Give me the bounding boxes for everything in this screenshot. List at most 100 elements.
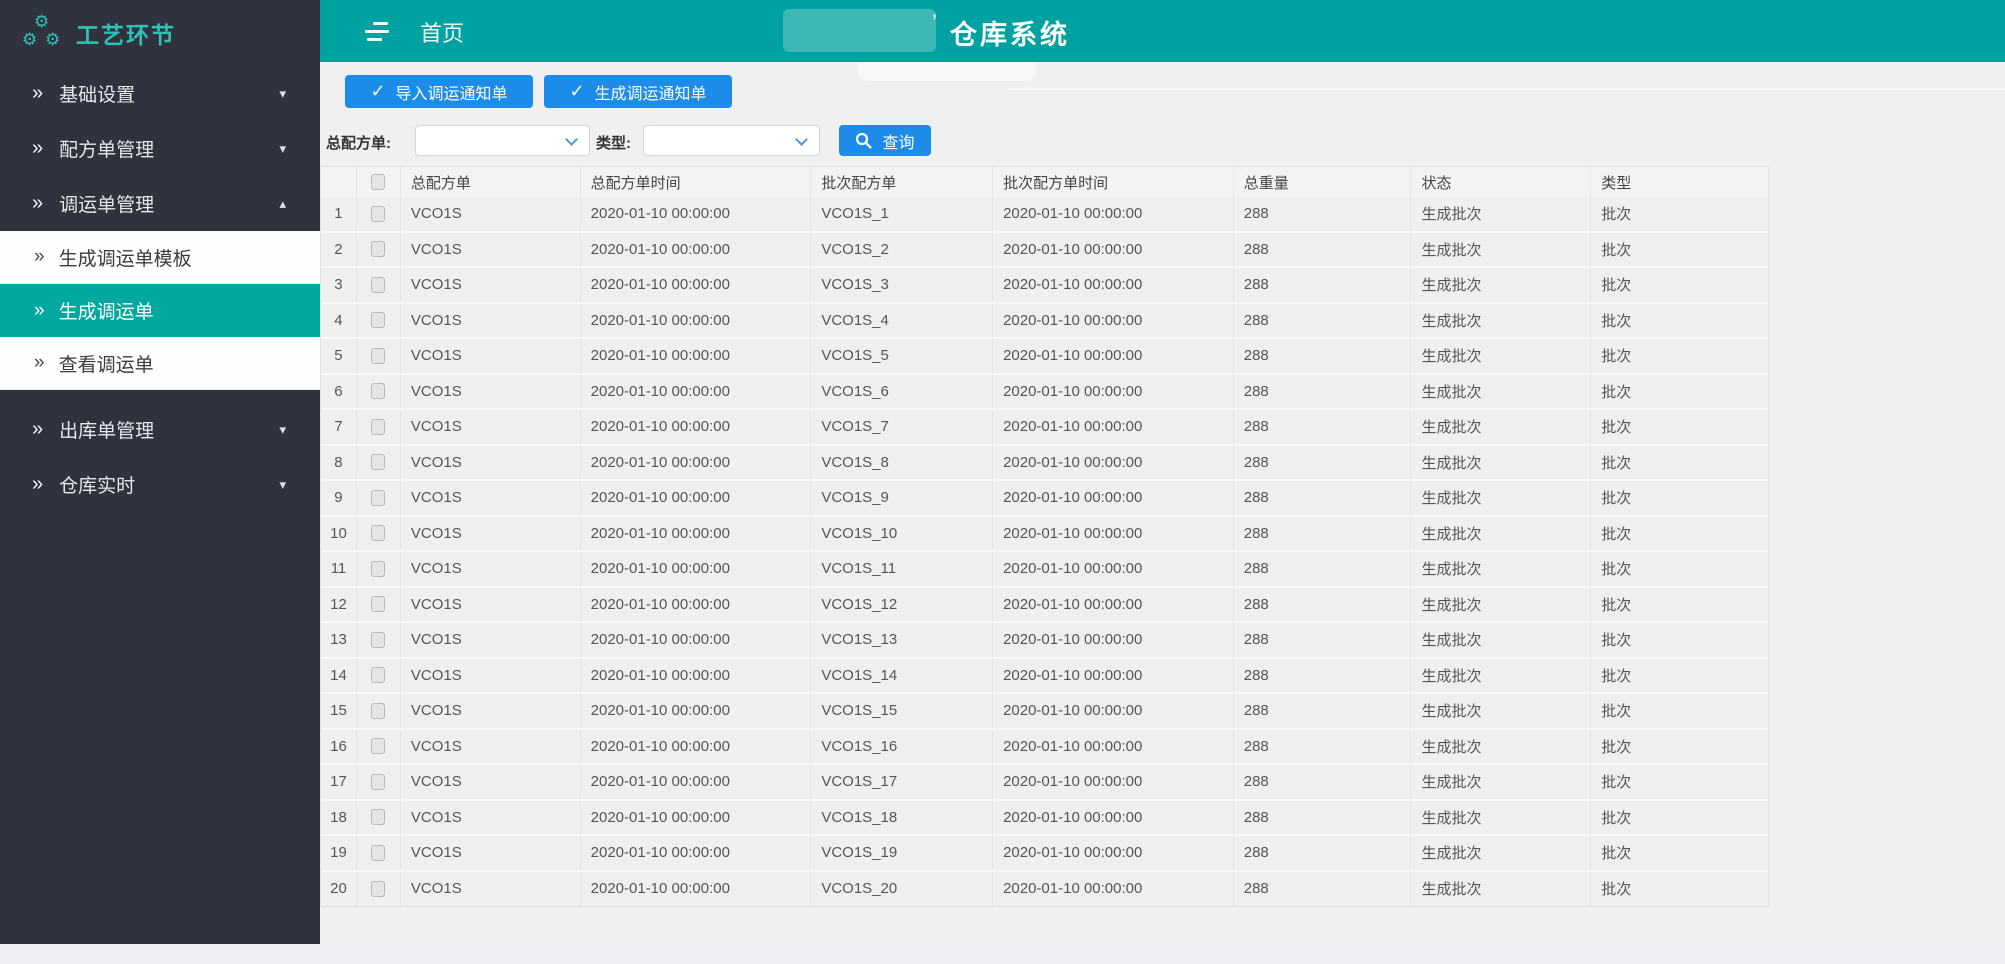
table-row[interactable]: 6 VCO1S 2020-01-10 00:00:00 VCO1S_6 2020…: [321, 375, 1768, 411]
master-recipe-time-cell: 2020-01-10 00:00:00: [581, 765, 812, 799]
row-checkbox[interactable]: [371, 738, 385, 754]
row-checkbox[interactable]: [371, 348, 385, 364]
table-row[interactable]: 5 VCO1S 2020-01-10 00:00:00 VCO1S_5 2020…: [321, 339, 1768, 375]
column-header-total-weight: 总重量: [1234, 167, 1412, 197]
row-checkbox[interactable]: [371, 703, 385, 719]
select-all-header-cell: [357, 167, 401, 197]
table-row[interactable]: 11 VCO1S 2020-01-10 00:00:00 VCO1S_11 20…: [321, 552, 1768, 588]
table-row[interactable]: 3 VCO1S 2020-01-10 00:00:00 VCO1S_3 2020…: [321, 268, 1768, 304]
table-row[interactable]: 8 VCO1S 2020-01-10 00:00:00 VCO1S_8 2020…: [321, 446, 1768, 482]
row-checkbox[interactable]: [371, 667, 385, 683]
row-checkbox-cell: [357, 197, 401, 231]
row-checkbox[interactable]: [371, 596, 385, 612]
master-recipe-cell: VCO1S: [401, 233, 581, 267]
check-icon: ✓: [370, 81, 385, 102]
row-checkbox[interactable]: [371, 809, 385, 825]
master-recipe-cell: VCO1S: [401, 410, 581, 444]
hamburger-menu-icon[interactable]: [365, 22, 391, 41]
table-row[interactable]: 13 VCO1S 2020-01-10 00:00:00 VCO1S_13 20…: [321, 623, 1768, 659]
column-header-type: 类型: [1591, 167, 1768, 197]
master-recipe-select[interactable]: [415, 125, 590, 156]
generate-transport-notice-button[interactable]: ✓ 生成调运通知单: [544, 75, 732, 108]
batch-recipe-cell: VCO1S_9: [811, 481, 993, 515]
batch-recipe-time-cell: 2020-01-10 00:00:00: [993, 481, 1234, 515]
row-checkbox[interactable]: [371, 312, 385, 328]
master-recipe-cell: VCO1S: [401, 659, 581, 693]
sidebar-item-outbound-order-management[interactable]: » 出库单管理 ▾: [0, 402, 320, 457]
master-recipe-time-cell: 2020-01-10 00:00:00: [581, 197, 812, 231]
row-checkbox[interactable]: [371, 206, 385, 222]
sidebar-subitem-generate-transport-template[interactable]: » 生成调运单模板: [0, 231, 320, 284]
column-header-master-recipe: 总配方单: [401, 167, 581, 197]
row-number-cell: 6: [321, 375, 357, 409]
row-checkbox[interactable]: [371, 454, 385, 470]
type-cell: 批次: [1591, 410, 1768, 444]
table-row[interactable]: 4 VCO1S 2020-01-10 00:00:00 VCO1S_4 2020…: [321, 304, 1768, 340]
row-checkbox[interactable]: [371, 419, 385, 435]
master-recipe-time-cell: 2020-01-10 00:00:00: [581, 801, 812, 835]
toolbar-divider: [1008, 88, 2005, 90]
sidebar-item-warehouse-realtime[interactable]: » 仓库实时 ▾: [0, 457, 320, 512]
row-checkbox[interactable]: [371, 845, 385, 861]
table-row[interactable]: 10 VCO1S 2020-01-10 00:00:00 VCO1S_10 20…: [321, 517, 1768, 553]
total-weight-cell: 288: [1234, 304, 1412, 338]
total-weight-cell: 288: [1234, 339, 1412, 373]
table-row[interactable]: 19 VCO1S 2020-01-10 00:00:00 VCO1S_19 20…: [321, 836, 1768, 872]
double-chevron-icon: »: [34, 246, 45, 268]
type-cell: 批次: [1591, 836, 1768, 870]
master-recipe-time-cell: 2020-01-10 00:00:00: [581, 588, 812, 622]
row-checkbox[interactable]: [371, 881, 385, 897]
total-weight-cell: 288: [1234, 836, 1412, 870]
table-row[interactable]: 15 VCO1S 2020-01-10 00:00:00 VCO1S_15 20…: [321, 694, 1768, 730]
double-chevron-icon: »: [34, 300, 45, 322]
type-cell: 批次: [1591, 446, 1768, 480]
gear-cluster-icon: ⚙ ⚙ ⚙: [20, 10, 66, 56]
table-row[interactable]: 7 VCO1S 2020-01-10 00:00:00 VCO1S_7 2020…: [321, 410, 1768, 446]
row-checkbox[interactable]: [371, 632, 385, 648]
select-all-checkbox[interactable]: [371, 174, 385, 190]
table-row[interactable]: 9 VCO1S 2020-01-10 00:00:00 VCO1S_9 2020…: [321, 481, 1768, 517]
sidebar-subitem-view-transport-order[interactable]: » 查看调运单: [0, 337, 320, 390]
table-row[interactable]: 12 VCO1S 2020-01-10 00:00:00 VCO1S_12 20…: [321, 588, 1768, 624]
status-cell: 生成批次: [1411, 517, 1591, 551]
type-cell: 批次: [1591, 872, 1768, 907]
master-recipe-cell: VCO1S: [401, 694, 581, 728]
sidebar-subitem-generate-transport-order[interactable]: » 生成调运单: [0, 284, 320, 337]
row-checkbox[interactable]: [371, 241, 385, 257]
row-checkbox[interactable]: [371, 774, 385, 790]
sidebar-submenu: » 生成调运单模板 » 生成调运单 » 查看调运单: [0, 231, 320, 390]
sidebar-item-transport-order-management[interactable]: » 调运单管理 ▴: [0, 176, 320, 231]
master-recipe-time-cell: 2020-01-10 00:00:00: [581, 304, 812, 338]
row-checkbox[interactable]: [371, 490, 385, 506]
master-recipe-time-cell: 2020-01-10 00:00:00: [581, 268, 812, 302]
row-checkbox[interactable]: [371, 277, 385, 293]
table-row[interactable]: 1 VCO1S 2020-01-10 00:00:00 VCO1S_1 2020…: [321, 197, 1768, 233]
tab-home[interactable]: 首页: [420, 16, 464, 48]
row-checkbox-cell: [357, 801, 401, 835]
table-row[interactable]: 17 VCO1S 2020-01-10 00:00:00 VCO1S_17 20…: [321, 765, 1768, 801]
batch-recipe-cell: VCO1S_13: [811, 623, 993, 657]
total-weight-cell: 288: [1234, 730, 1412, 764]
type-select[interactable]: [643, 125, 820, 156]
master-recipe-time-cell: 2020-01-10 00:00:00: [581, 481, 812, 515]
batch-recipe-time-cell: 2020-01-10 00:00:00: [993, 304, 1234, 338]
table-row[interactable]: 14 VCO1S 2020-01-10 00:00:00 VCO1S_14 20…: [321, 659, 1768, 695]
table-row[interactable]: 2 VCO1S 2020-01-10 00:00:00 VCO1S_2 2020…: [321, 233, 1768, 269]
import-transport-notice-button[interactable]: ✓ 导入调运通知单: [345, 75, 533, 108]
row-checkbox[interactable]: [371, 561, 385, 577]
row-checkbox-cell: [357, 233, 401, 267]
row-checkbox[interactable]: [371, 525, 385, 541]
batch-recipe-cell: VCO1S_19: [811, 836, 993, 870]
row-checkbox[interactable]: [371, 383, 385, 399]
status-cell: 生成批次: [1411, 268, 1591, 302]
sidebar-item-basic-settings[interactable]: » 基础设置 ▾: [0, 66, 320, 121]
table-row[interactable]: 20 VCO1S 2020-01-10 00:00:00 VCO1S_20 20…: [321, 872, 1768, 908]
table-row[interactable]: 16 VCO1S 2020-01-10 00:00:00 VCO1S_16 20…: [321, 730, 1768, 766]
search-button[interactable]: 查询: [839, 125, 931, 156]
type-cell: 批次: [1591, 481, 1768, 515]
status-cell: 生成批次: [1411, 765, 1591, 799]
table-row[interactable]: 18 VCO1S 2020-01-10 00:00:00 VCO1S_18 20…: [321, 801, 1768, 837]
batch-recipe-time-cell: 2020-01-10 00:00:00: [993, 517, 1234, 551]
sidebar-item-recipe-management[interactable]: » 配方单管理 ▾: [0, 121, 320, 176]
gear-icon: ⚙: [22, 31, 37, 48]
